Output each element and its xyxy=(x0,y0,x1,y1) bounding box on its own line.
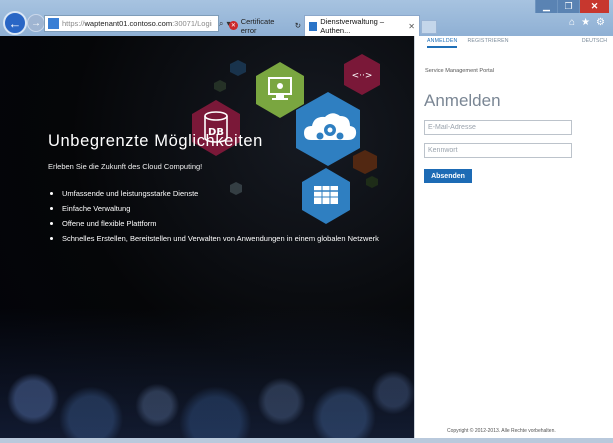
hex-small-1 xyxy=(230,60,246,76)
cloud-hex xyxy=(296,92,360,166)
hero-subtitle: Erleben Sie die Zukunft des Cloud Comput… xyxy=(48,162,203,171)
certificate-error-indicator[interactable]: ✕ Certificate error ↻ xyxy=(225,15,305,36)
refresh-icon[interactable]: ↻ xyxy=(295,21,301,30)
feature-item: Einfache Verwaltung xyxy=(50,201,379,216)
home-icon[interactable]: ⌂ xyxy=(569,17,575,28)
hero-title: Unbegrenzte Möglichkeiten xyxy=(48,132,263,150)
signin-title: Anmelden xyxy=(424,91,501,110)
feature-item: Umfassende und leistungsstarke Dienste xyxy=(50,186,379,201)
site-icon xyxy=(48,18,59,29)
auth-nav: ANMELDEN REGISTRIEREN xyxy=(427,38,509,48)
url-host: waptenant01.contoso.com xyxy=(84,19,173,28)
browser-chrome: ▁ ❐ ✕ ← → https://waptenant01.contoso.co… xyxy=(0,0,613,36)
portal-name: Service Management Portal xyxy=(425,68,495,74)
tab-register[interactable]: REGISTRIEREN xyxy=(467,38,508,48)
bullet-icon xyxy=(50,222,53,225)
gear-icon[interactable]: ⚙ xyxy=(596,17,605,28)
tab-signin[interactable]: ANMELDEN xyxy=(427,38,458,48)
feature-list: Umfassende und leistungsstarke Dienste E… xyxy=(50,186,379,246)
url-prefix: https:// xyxy=(62,19,85,28)
tab-active[interactable]: Dienstverwaltung – Authen... ✕ xyxy=(304,15,420,36)
address-bar[interactable]: https://waptenant01.contoso.com:30071/Lo… xyxy=(44,15,219,32)
window-controls: ▁ ❐ ✕ xyxy=(535,0,609,13)
error-icon: ✕ xyxy=(229,21,238,30)
forward-arrow-icon: → xyxy=(31,17,41,29)
star-icon[interactable]: ★ xyxy=(581,17,590,28)
feature-item: Offene und flexible Plattform xyxy=(50,216,379,231)
browser-toolbar: ⌂ ★ ⚙ xyxy=(569,17,605,28)
login-panel: ANMELDEN REGISTRIEREN DEUTSCH Service Ma… xyxy=(414,36,613,438)
bullet-icon xyxy=(50,192,53,195)
back-arrow-icon: ← xyxy=(8,15,22,31)
status-strip xyxy=(0,438,613,443)
tab-close-icon[interactable]: ✕ xyxy=(408,22,415,31)
new-tab-button[interactable] xyxy=(421,20,437,34)
hex-small-4 xyxy=(353,150,377,174)
hex-small-2 xyxy=(214,80,226,92)
bokeh-background xyxy=(0,308,414,438)
certificate-error-label: Certificate error xyxy=(240,16,275,35)
url-rest: :30071/Login xyxy=(172,19,212,28)
back-button[interactable]: ← xyxy=(3,11,27,35)
feature-item: Schnelles Erstellen, Bereitstellen und V… xyxy=(50,231,379,246)
forward-button[interactable]: → xyxy=(27,14,45,32)
bullet-icon xyxy=(50,207,53,210)
copyright-text: Copyright © 2012-2013. Alle Rechte vorbe… xyxy=(447,428,556,434)
code-hex: <··> xyxy=(344,54,380,95)
password-field[interactable] xyxy=(424,143,572,158)
restore-button[interactable]: ❐ xyxy=(557,0,579,13)
submit-button[interactable]: Absenden xyxy=(424,169,472,183)
svg-text:<··>: <··> xyxy=(352,71,373,81)
language-selector[interactable]: DEUTSCH xyxy=(582,38,607,44)
tab-title: Dienstverwaltung – Authen... xyxy=(320,17,385,35)
email-field[interactable] xyxy=(424,120,572,135)
tab-favicon xyxy=(309,21,318,31)
search-icon[interactable]: ⌕ xyxy=(219,19,223,29)
close-window-button[interactable]: ✕ xyxy=(579,0,609,13)
hero-panel: <··> DB Unbegrenzte Möglichkeiten Erlebe… xyxy=(0,36,414,438)
minimize-button[interactable]: ▁ xyxy=(535,0,557,13)
bullet-icon xyxy=(50,237,53,240)
address-url[interactable]: https://waptenant01.contoso.com:30071/Lo… xyxy=(62,19,212,28)
